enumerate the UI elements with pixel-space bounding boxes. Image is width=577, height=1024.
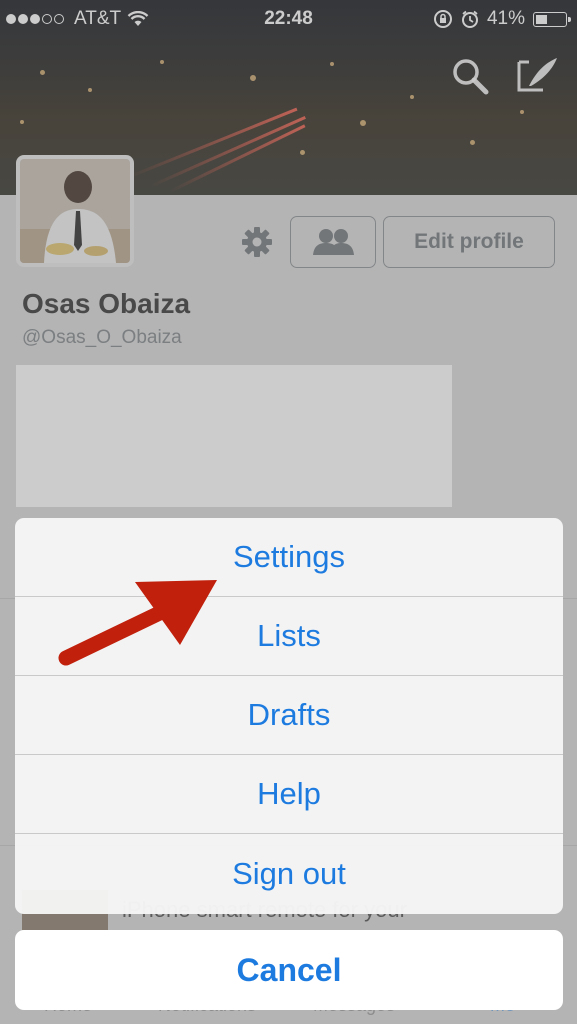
help-option[interactable]: Help xyxy=(15,755,563,834)
sign-out-option[interactable]: Sign out xyxy=(15,834,563,914)
lists-option[interactable]: Lists xyxy=(15,597,563,676)
drafts-option[interactable]: Drafts xyxy=(15,676,563,755)
settings-option[interactable]: Settings xyxy=(15,518,563,597)
cancel-button[interactable]: Cancel xyxy=(15,930,563,1010)
action-sheet: Settings Lists Drafts Help Sign out xyxy=(15,518,563,914)
